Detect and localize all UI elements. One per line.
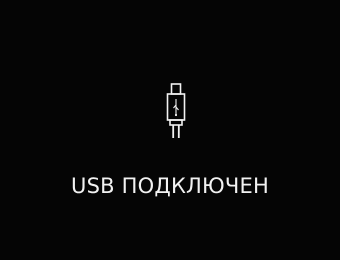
usb-plug-icon bbox=[164, 83, 188, 139]
usb-connection-screen: USB ПОДКЛЮЧЕН bbox=[0, 0, 340, 260]
usb-connected-status: USB ПОДКЛЮЧЕН bbox=[71, 174, 269, 198]
